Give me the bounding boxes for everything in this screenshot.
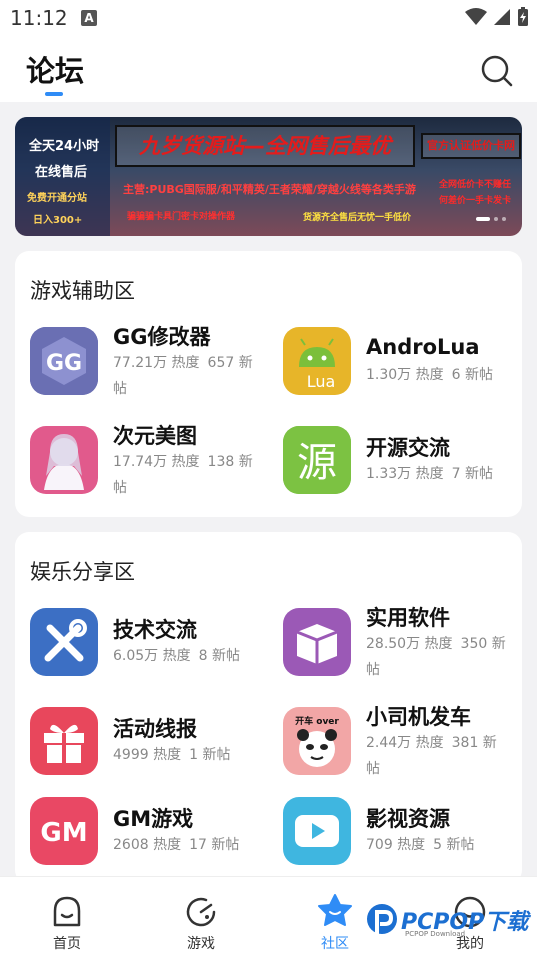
gg-icon: GG bbox=[30, 327, 98, 395]
page-title: 论坛 bbox=[26, 54, 85, 88]
carousel-dot-active bbox=[476, 217, 490, 221]
pcpop-logo-icon bbox=[367, 904, 397, 936]
panda-meme-icon: 开车 over bbox=[283, 707, 351, 775]
box-icon bbox=[283, 608, 351, 676]
game-icon bbox=[186, 897, 216, 927]
status-bar: 11:12 A bbox=[0, 0, 537, 36]
forum-name: 实用软件 bbox=[366, 606, 450, 630]
forum-name: GG修改器 bbox=[113, 325, 211, 349]
forum-item-xiaosiji[interactable]: 开车 over 小司机发车 2.44万 热度 381 新帖 bbox=[283, 705, 523, 777]
section-title: 娱乐分享区 bbox=[30, 560, 135, 584]
forum-meta: 6.05万 热度 8 新帖 bbox=[113, 648, 240, 664]
banner-text: 在线售后 bbox=[35, 165, 88, 180]
status-time: 11:12 bbox=[10, 6, 68, 30]
forum-name: 技术交流 bbox=[113, 618, 197, 642]
forum-name: 小司机发车 bbox=[366, 705, 471, 729]
svg-text:GM: GM bbox=[40, 818, 87, 848]
forum-item-gg[interactable]: GG GG修改器 77.21万 热度 657 新帖 bbox=[30, 325, 270, 397]
banner-main-title: 九岁货源站—全网售后最优 bbox=[115, 125, 415, 167]
forum-item-yingshi[interactable]: 影视资源 709 热度 5 新帖 bbox=[283, 797, 523, 867]
system-icons bbox=[465, 7, 529, 27]
nav-community[interactable]: 社区 bbox=[305, 887, 365, 952]
forum-meta: 4999 热度 1 新帖 bbox=[113, 747, 231, 763]
svg-text:开车 over: 开车 over bbox=[295, 715, 339, 727]
forum-meta: 28.50万 热度 350 新帖 bbox=[366, 636, 506, 678]
notification-a-icon: A bbox=[81, 10, 97, 26]
section-card-game-assist: 游戏辅助区 GG GG修改器 77.21万 热度 657 新帖 Lua Andro… bbox=[15, 251, 522, 517]
promo-banner[interactable]: 全天24小时 在线售后 免费开通分站 日入300+ 九岁货源站—全网售后最优 官… bbox=[15, 117, 522, 236]
forum-name: AndroLua bbox=[366, 335, 480, 359]
wifi-icon bbox=[465, 8, 487, 25]
forum-meta: 709 热度 5 新帖 bbox=[366, 837, 475, 853]
nav-home[interactable]: 首页 bbox=[37, 887, 97, 952]
watermark-logo: PCPOP下载 PCPOP Download bbox=[365, 900, 535, 944]
section-card-entertainment: 娱乐分享区 技术交流 6.05万 热度 8 新帖 实用软件 28.50万 热度 35… bbox=[15, 532, 522, 884]
banner-text: 免费开通分站 bbox=[27, 193, 87, 204]
forum-item-shiyong[interactable]: 实用软件 28.50万 热度 350 新帖 bbox=[283, 606, 523, 678]
forum-name: 开源交流 bbox=[366, 436, 450, 460]
play-icon bbox=[283, 797, 351, 865]
banner-right-tag: 官方认证低价卡网 bbox=[421, 133, 521, 159]
forum-item-ciyuan[interactable]: 次元美图 17.74万 热度 138 新帖 bbox=[30, 424, 270, 496]
forum-meta: 1.30万 热度 6 新帖 bbox=[366, 367, 493, 383]
search-icon[interactable] bbox=[480, 54, 514, 88]
tools-icon bbox=[30, 608, 98, 676]
home-icon bbox=[53, 896, 81, 927]
forum-item-huodong[interactable]: 活动线报 4999 热度 1 新帖 bbox=[30, 707, 270, 777]
forum-name: GM游戏 bbox=[113, 807, 194, 831]
nav-label: 首页 bbox=[53, 936, 81, 952]
forum-item-gm[interactable]: GM GM游戏 2608 热度 17 新帖 bbox=[30, 797, 270, 867]
tab-indicator bbox=[45, 92, 63, 96]
banner-text: 主营:PUBG国际服/和平精英/王者荣耀/穿越火线等各类手游 bbox=[123, 183, 416, 196]
forum-item-kaiyuan[interactable]: 源 开源交流 1.33万 热度 7 新帖 bbox=[283, 426, 523, 496]
gm-icon: GM bbox=[30, 797, 98, 865]
page-header: 论坛 bbox=[0, 36, 537, 102]
forum-meta: 77.21万 热度 657 新帖 bbox=[113, 355, 253, 397]
forum-name: 影视资源 bbox=[366, 807, 450, 831]
banner-text: 全天24小时 bbox=[29, 139, 100, 154]
nav-game[interactable]: 游戏 bbox=[171, 887, 231, 952]
forum-name: 次元美图 bbox=[113, 424, 197, 448]
forum-meta: 2608 热度 17 新帖 bbox=[113, 837, 240, 853]
carousel-dot bbox=[494, 217, 498, 221]
forum-item-androlua[interactable]: Lua AndroLua 1.30万 热度 6 新帖 bbox=[283, 327, 523, 397]
signal-icon bbox=[494, 9, 510, 25]
watermark-subtext: PCPOP Download bbox=[405, 930, 466, 938]
banner-text: 货源齐全售后无忧一手低价 bbox=[303, 213, 412, 223]
forum-name: 活动线报 bbox=[113, 717, 197, 741]
gift-icon bbox=[30, 707, 98, 775]
svg-text:源: 源 bbox=[297, 440, 337, 486]
banner-text: 骗骗骗卡具门密卡对操作器 bbox=[127, 212, 236, 222]
banner-text: 日入300+ bbox=[33, 215, 83, 226]
carousel-dot bbox=[502, 217, 506, 221]
svg-text:Lua: Lua bbox=[307, 372, 336, 391]
forum-meta: 2.44万 热度 381 新帖 bbox=[366, 735, 497, 777]
section-title: 游戏辅助区 bbox=[30, 279, 135, 303]
yuan-icon: 源 bbox=[283, 426, 351, 494]
battery-icon bbox=[518, 7, 528, 26]
nav-label: 游戏 bbox=[187, 936, 215, 952]
svg-text:GG: GG bbox=[46, 351, 82, 376]
forum-meta: 17.74万 热度 138 新帖 bbox=[113, 454, 253, 496]
anime-girl-icon bbox=[30, 426, 98, 494]
nav-label: 社区 bbox=[321, 936, 349, 952]
banner-text: 全网低价卡不赚任何差价一手卡发卡 bbox=[439, 180, 512, 206]
androlua-icon: Lua bbox=[283, 327, 351, 395]
forum-item-jishu[interactable]: 技术交流 6.05万 热度 8 新帖 bbox=[30, 608, 270, 678]
forum-meta: 1.33万 热度 7 新帖 bbox=[366, 466, 493, 482]
community-star-icon bbox=[318, 894, 352, 926]
